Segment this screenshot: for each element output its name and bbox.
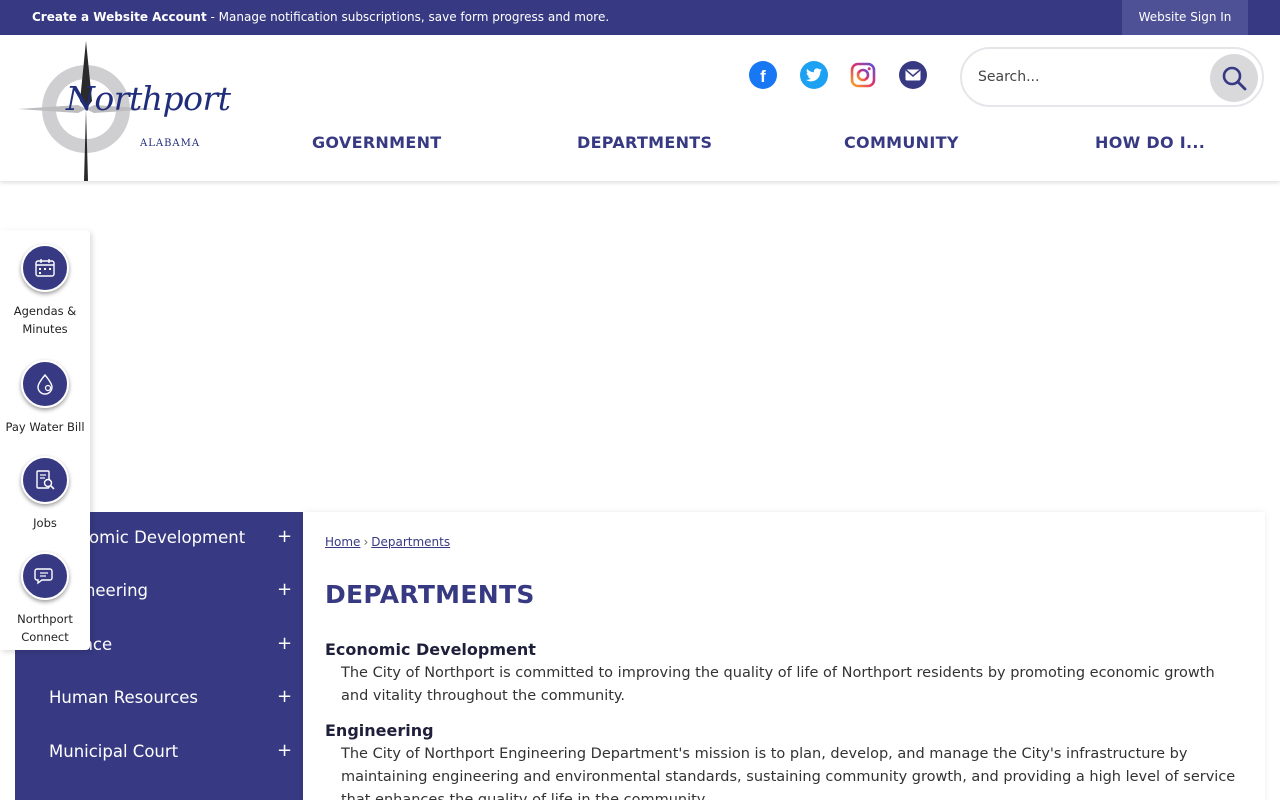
website-sign-in-button[interactable]: Website Sign In [1122,0,1248,35]
expand-plus-icon[interactable]: + [277,686,292,707]
search-icon [1222,66,1247,91]
search-input[interactable] [978,64,1198,90]
logo-wordmark: Northport [66,79,231,118]
water-drop-icon [21,360,69,408]
quick-link-label: Northport Connect [17,612,73,644]
sidenav-item-human-resources[interactable]: Human Resources + [15,672,303,726]
quick-link-jobs[interactable]: Jobs [0,456,90,532]
quick-link-pay-water-bill[interactable]: Pay Water Bill [0,360,90,436]
facebook-icon[interactable]: f [749,61,777,89]
sidenav-item-municipal-court[interactable]: Municipal Court + [15,726,303,780]
twitter-icon[interactable] [800,61,828,89]
main-content: Home › Departments DEPARTMENTS Economic De… [303,512,1265,800]
create-account-message: Create a Website Account - Manage notifi… [32,10,609,24]
breadcrumb-departments-link[interactable]: Departments [371,535,450,549]
nav-departments[interactable]: DEPARTMENTS [577,133,712,152]
top-bar: Create a Website Account - Manage notifi… [0,0,1280,35]
department-heading-economic-development[interactable]: Economic Development [325,640,536,659]
nav-community[interactable]: COMMUNITY [844,133,959,152]
quick-link-label: Agendas & Minutes [13,304,77,336]
create-account-link[interactable]: Create a Website Account [32,10,207,24]
expand-plus-icon[interactable]: + [277,526,292,547]
quick-link-label: Pay Water Bill [5,420,85,434]
create-account-description: - Manage notification subscriptions, sav… [206,10,610,24]
instagram-icon[interactable] [849,61,877,89]
quick-link-label: Jobs [33,516,57,530]
expand-plus-icon[interactable]: + [277,740,292,761]
nav-how-do-i[interactable]: HOW DO I... [1095,133,1205,152]
quick-link-agendas-minutes[interactable]: Agendas & Minutes [0,244,90,338]
site-header: Northport ALABAMA f GOVERNMENT DEPARTMEN… [0,35,1280,181]
search-box [960,47,1264,107]
logo-state: ALABAMA [140,138,201,149]
document-search-icon [21,456,69,504]
quick-link-northport-connect[interactable]: Northport Connect [0,552,90,646]
department-description: The City of Northport is committed to im… [341,665,1215,704]
sidenav-item-label: Human Resources [49,688,199,707]
department-heading-engineering[interactable]: Engineering [325,721,434,740]
calendar-icon [21,244,69,292]
chat-icon [21,552,69,600]
expand-plus-icon[interactable]: + [277,579,292,600]
quick-links-panel: Agendas & Minutes Pay Water Bill Jobs No… [0,230,90,650]
sidenav-item-label: Municipal Court [49,742,179,761]
northport-logo[interactable]: Northport ALABAMA [14,39,231,185]
page-title: DEPARTMENTS [325,580,535,609]
breadcrumb: Home › Departments [325,535,450,549]
search-button[interactable] [1210,54,1258,102]
nav-government[interactable]: GOVERNMENT [312,133,441,152]
department-description: The City of Northport Engineering Depart… [341,746,1236,800]
expand-plus-icon[interactable]: + [277,633,292,654]
breadcrumb-separator: › [363,535,369,549]
email-icon[interactable] [899,61,927,89]
breadcrumb-home-link[interactable]: Home [325,535,360,549]
